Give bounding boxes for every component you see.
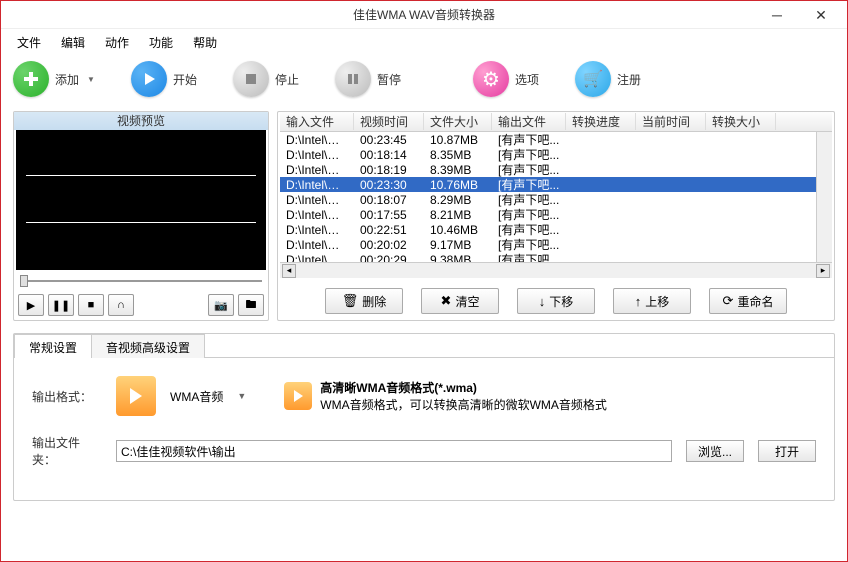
format-icon — [116, 376, 156, 416]
format-selector[interactable]: WMA音频 ▼ — [116, 376, 246, 416]
tab-general[interactable]: 常规设置 — [14, 334, 92, 358]
table-header: 输入文件 视频时间 文件大小 输出文件 转换进度 当前时间 转换大小 — [280, 112, 832, 132]
cart-icon: 🛒 — [575, 61, 611, 97]
pause-button[interactable]: 暂停 — [335, 61, 401, 97]
seek-slider[interactable] — [20, 274, 262, 288]
settings-panel: 常规设置 音视频高级设置 输出格式： WMA音频 ▼ 高清晰WMA音频格式(*.… — [13, 333, 835, 501]
menu-action[interactable]: 动作 — [97, 32, 137, 53]
pause-icon — [335, 61, 371, 97]
titlebar: 佳佳WMA WAV音频转换器 ─ ✕ — [1, 1, 847, 29]
preview-title: 视频预览 — [14, 112, 268, 130]
gear-icon: ⚙ — [473, 61, 509, 97]
menu-function[interactable]: 功能 — [141, 32, 181, 53]
format-description: 高清晰WMA音频格式(*.wma) WMA音频格式，可以转换高清晰的微软WMA音… — [284, 379, 607, 413]
stop-button[interactable]: 停止 — [233, 61, 299, 97]
stop-icon — [233, 61, 269, 97]
table-row[interactable]: D:\Intel\有...00:23:4510.87MB[有声下吧... — [280, 132, 832, 147]
format-icon-small — [284, 382, 312, 410]
clear-button[interactable]: ✖清空 — [421, 288, 499, 314]
format-label: 输出格式： — [32, 388, 102, 405]
outdir-label: 输出文件夹： — [32, 434, 102, 468]
table-row[interactable]: D:\Intel\有...00:20:029.17MB[有声下吧... — [280, 237, 832, 252]
headphone-button[interactable]: ∩ — [108, 294, 134, 316]
play-button[interactable]: ▶ — [18, 294, 44, 316]
table-row[interactable]: D:\Intel\有...00:22:5110.46MB[有声下吧... — [280, 222, 832, 237]
vertical-scrollbar[interactable] — [816, 132, 832, 262]
folder-button[interactable]: 🖿 — [238, 294, 264, 316]
table-row[interactable]: D:\Intel\有...00:23:3010.76MB[有声下吧... — [280, 177, 832, 192]
table-body: D:\Intel\有...00:23:4510.87MB[有声下吧...D:\I… — [280, 132, 832, 262]
rename-icon: ⟳ — [723, 293, 734, 309]
menubar: 文件 编辑 动作 功能 帮助 — [1, 29, 847, 55]
browse-button[interactable]: 浏览... — [686, 440, 744, 462]
scroll-left-icon[interactable]: ◂ — [282, 264, 296, 278]
minimize-button[interactable]: ─ — [755, 1, 799, 29]
arrow-up-icon: ↑ — [635, 294, 642, 309]
dropdown-icon[interactable]: ▼ — [237, 391, 246, 401]
snapshot-button[interactable]: 📷 — [208, 294, 234, 316]
table-row[interactable]: D:\Intel\有...00:17:558.21MB[有声下吧... — [280, 207, 832, 222]
add-button[interactable]: 添加▼ — [13, 61, 95, 97]
trash-icon: 🗑 — [342, 293, 359, 309]
close-button[interactable]: ✕ — [799, 1, 843, 29]
file-list-panel: 输入文件 视频时间 文件大小 输出文件 转换进度 当前时间 转换大小 D:\In… — [277, 111, 835, 321]
x-icon: ✖ — [441, 293, 452, 309]
movedown-button[interactable]: ↓下移 — [517, 288, 595, 314]
options-button[interactable]: ⚙ 选项 — [473, 61, 539, 97]
toolbar: 添加▼ 开始 停止 暂停 ⚙ 选项 🛒 注册 — [1, 55, 847, 103]
open-button[interactable]: 打开 — [758, 440, 816, 462]
outdir-input[interactable] — [116, 440, 672, 462]
stop-button-small[interactable]: ■ — [78, 294, 104, 316]
preview-video — [16, 130, 266, 270]
window-title: 佳佳WMA WAV音频转换器 — [353, 6, 495, 23]
scroll-right-icon[interactable]: ▸ — [816, 264, 830, 278]
start-button[interactable]: 开始 — [131, 61, 197, 97]
delete-button[interactable]: 🗑删除 — [325, 288, 403, 314]
table-row[interactable]: D:\Intel\有...00:18:198.39MB[有声下吧... — [280, 162, 832, 177]
tab-advanced[interactable]: 音视频高级设置 — [91, 334, 205, 358]
menu-file[interactable]: 文件 — [9, 32, 49, 53]
arrow-down-icon: ↓ — [539, 294, 546, 309]
table-row[interactable]: D:\Intel\有...00:20:299.38MB[有声下吧... — [280, 252, 832, 262]
register-button[interactable]: 🛒 注册 — [575, 61, 641, 97]
rename-button[interactable]: ⟳重命名 — [709, 288, 787, 314]
menu-edit[interactable]: 编辑 — [53, 32, 93, 53]
moveup-button[interactable]: ↑上移 — [613, 288, 691, 314]
plus-icon — [13, 61, 49, 97]
dropdown-icon: ▼ — [87, 75, 95, 84]
table-row[interactable]: D:\Intel\有...00:18:078.29MB[有声下吧... — [280, 192, 832, 207]
menu-help[interactable]: 帮助 — [185, 32, 225, 53]
table-row[interactable]: D:\Intel\有...00:18:148.35MB[有声下吧... — [280, 147, 832, 162]
preview-panel: 视频预览 ▶ ❚❚ ■ ∩ 📷 🖿 — [13, 111, 269, 321]
pause-button-small[interactable]: ❚❚ — [48, 294, 74, 316]
horizontal-scrollbar[interactable]: ◂ ▸ — [280, 262, 832, 278]
play-icon — [131, 61, 167, 97]
